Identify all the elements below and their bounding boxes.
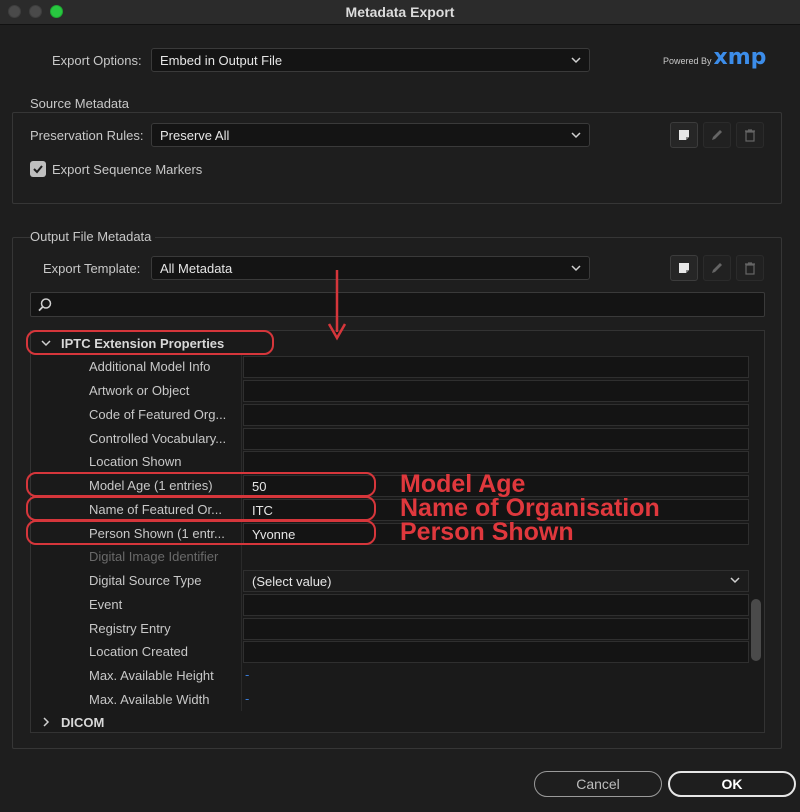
highlight-featured-org <box>26 496 376 521</box>
chevron-down-icon <box>571 265 581 272</box>
field-label: Registry Entry <box>89 621 171 636</box>
new-rule-button[interactable] <box>670 122 698 148</box>
export-markers-label[interactable]: Export Sequence Markers <box>52 162 202 177</box>
field-input[interactable] <box>243 380 749 402</box>
field-label: Controlled Vocabulary... <box>89 431 227 446</box>
field-input[interactable] <box>243 356 749 378</box>
xmp-logo: xmp <box>713 45 767 70</box>
search-icon <box>38 298 52 312</box>
annotation-model-age: Model Age <box>400 470 526 498</box>
field-label: Artwork or Object <box>89 383 190 398</box>
field-label: Location Shown <box>89 454 182 469</box>
field-label: Event <box>89 597 123 612</box>
xmp-brand: Powered By xmp <box>663 45 766 70</box>
field-input[interactable] <box>243 641 749 663</box>
export-options-value: Embed in Output File <box>160 53 283 68</box>
new-document-icon <box>679 130 689 140</box>
annotation-person-shown: Person Shown <box>400 518 574 546</box>
annotation-arrow-icon <box>327 270 347 341</box>
export-template-value: All Metadata <box>160 261 233 276</box>
trash-icon <box>745 262 755 275</box>
table-row: Event <box>31 593 764 617</box>
chevron-down-icon <box>571 57 581 64</box>
annotation-name-of-org: Name of Organisation <box>400 494 660 522</box>
highlight-person-shown <box>26 520 376 545</box>
field-label: Digital Image Identifier <box>89 549 219 564</box>
delete-template-button[interactable] <box>736 255 764 281</box>
title-bar: Metadata Export <box>0 0 800 25</box>
highlight-model-age <box>26 472 376 497</box>
export-options-label: Export Options: <box>52 53 142 68</box>
delete-rule-button[interactable] <box>736 122 764 148</box>
export-template-dropdown[interactable]: All Metadata <box>151 256 590 280</box>
section-dicom-label: DICOM <box>61 714 105 730</box>
pencil-icon <box>712 263 722 273</box>
digital-source-type-select[interactable]: (Select value) <box>243 570 749 592</box>
field-value: - <box>245 667 250 682</box>
field-label: Code of Featured Org... <box>89 407 227 422</box>
ok-button[interactable]: OK <box>668 771 796 797</box>
field-label: Digital Source Type <box>89 573 202 588</box>
field-input[interactable] <box>243 404 749 426</box>
preservation-rules-label: Preservation Rules: <box>30 128 144 143</box>
chevron-right-icon <box>43 717 50 727</box>
export-options-dropdown[interactable]: Embed in Output File <box>151 48 590 72</box>
new-document-icon <box>679 263 689 273</box>
source-metadata-title: Source Metadata <box>30 96 134 111</box>
output-metadata-title: Output File Metadata <box>30 229 156 244</box>
chevron-down-icon <box>571 132 581 139</box>
field-input[interactable] <box>243 618 749 640</box>
table-row: Max. Available Width - <box>31 688 764 712</box>
export-template-label: Export Template: <box>43 261 141 276</box>
checkmark-icon <box>33 165 43 174</box>
table-row: Registry Entry <box>31 617 764 641</box>
new-template-button[interactable] <box>670 255 698 281</box>
section-dicom[interactable]: DICOM <box>31 711 105 732</box>
field-input[interactable] <box>243 594 749 616</box>
edit-rule-button[interactable] <box>703 122 731 148</box>
field-input[interactable] <box>243 428 749 450</box>
powered-by-text: Powered By <box>663 56 712 66</box>
export-markers-checkbox[interactable] <box>30 161 46 177</box>
table-row: Digital Source Type (Select value) <box>31 569 764 593</box>
table-row: Digital Image Identifier <box>31 545 764 569</box>
scrollbar-thumb[interactable] <box>751 599 761 661</box>
highlight-iptc-section <box>26 330 274 355</box>
preservation-rules-dropdown[interactable]: Preserve All <box>151 123 590 147</box>
trash-icon <box>745 129 755 142</box>
search-input[interactable] <box>30 292 765 317</box>
table-row: Code of Featured Org... <box>31 403 764 427</box>
edit-template-button[interactable] <box>703 255 731 281</box>
cancel-button[interactable]: Cancel <box>534 771 662 797</box>
table-row: Location Shown <box>31 450 764 474</box>
field-value: - <box>245 691 250 706</box>
preservation-rules-value: Preserve All <box>160 128 230 143</box>
table-row: Max. Available Height - <box>31 664 764 688</box>
table-row: Location Created <box>31 640 764 664</box>
pencil-icon <box>712 130 722 140</box>
field-label: Additional Model Info <box>89 359 211 374</box>
chevron-down-icon <box>730 577 740 584</box>
table-row: Additional Model Info <box>31 355 764 379</box>
table-row: Controlled Vocabulary... <box>31 427 764 451</box>
field-label: Max. Available Height <box>89 668 214 683</box>
select-value: (Select value) <box>252 574 332 589</box>
field-label: Location Created <box>89 644 189 659</box>
table-row: Artwork or Object <box>31 379 764 403</box>
field-label: Max. Available Width <box>89 692 210 707</box>
window-title: Metadata Export <box>345 4 455 20</box>
